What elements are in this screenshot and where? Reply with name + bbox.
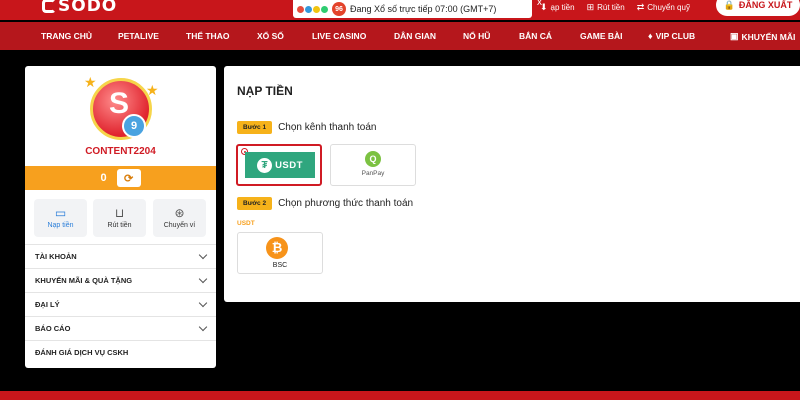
step-2: Bước 2 Chọn phương thức thanh toán [237, 197, 413, 210]
nav-label: PETALIVE [118, 31, 159, 41]
channel-usdt-card[interactable]: ₮ USDT [236, 144, 322, 186]
chevron-down-icon [198, 250, 208, 260]
nav-label: GAME BÀI [580, 31, 623, 41]
cart-icon: ⊔ [114, 206, 125, 220]
menu-item-rate-support[interactable]: ĐÁNH GIÁ DỊCH VỤ CSKH [25, 340, 216, 364]
step-badge: Bước 2 [237, 197, 273, 210]
method-bsc-card[interactable]: ₿ BSC [237, 232, 323, 274]
avatar: ★ ★ S 9 [82, 74, 160, 144]
wallet-transfer-icon: ⊛ [174, 206, 185, 220]
nav-item-vip-club[interactable]: ♦ VIP CLUB [648, 31, 695, 41]
menu-label: ĐẠI LÝ [35, 300, 60, 309]
top-transfer-label: Chuyển quỹ [647, 2, 690, 12]
step-badge: Bước 1 [237, 121, 273, 134]
step-1: Bước 1 Chọn kênh thanh toán [237, 121, 376, 134]
nav-label: THỂ THAO [186, 31, 230, 41]
star-icon: ★ [84, 74, 97, 90]
method-section-label: USDT [237, 220, 255, 227]
nav-item-slots[interactable]: NỔ HŨ [463, 31, 490, 41]
nav-label: NỔ HŨ [463, 31, 491, 41]
menu-item-promotions[interactable]: KHUYẾN MÃI & QUÀ TẶNG [25, 268, 216, 292]
balance-bar: 0 ⟳ [25, 166, 216, 190]
diamond-icon: ♦ [648, 31, 653, 41]
channel-label: PanPay [361, 170, 385, 177]
menu-item-account[interactable]: TÀI KHOẢN [25, 244, 216, 268]
top-bar: SODO 96 Đang Xổ số trực tiếp 07:00 (GMT+… [0, 0, 800, 20]
panpay-logo-icon: Q [365, 151, 381, 167]
logo-text: SODO [58, 0, 118, 16]
nav-item-lottery[interactable]: XỔ SỐ [257, 31, 284, 41]
channel-panpay-card[interactable]: Q PanPay [330, 144, 416, 186]
nav-label: VIP CLUB [655, 31, 696, 41]
step-text: Chọn phương thức thanh toán [278, 198, 414, 209]
quick-withdraw-button[interactable]: ⊔ Rút tiền [93, 199, 146, 237]
top-deposit-label: ạp tiền [550, 2, 575, 12]
top-deposit-link[interactable]: ⬇ ạp tiền [540, 2, 575, 13]
nav-item-folk[interactable]: DÂN GIAN [394, 31, 436, 41]
nav-item-home[interactable]: TRANG CHỦ [41, 31, 92, 41]
menu-item-agency[interactable]: ĐẠI LÝ [25, 292, 216, 316]
menu-label: ĐÁNH GIÁ DỊCH VỤ CSKH [35, 348, 129, 357]
method-label: BSC [272, 262, 288, 269]
nav-item-petalive[interactable]: PETALIVE [118, 31, 159, 41]
chevron-down-icon [198, 274, 208, 284]
lottery-badge: 96 [332, 2, 346, 16]
nav-item-fishing[interactable]: BẮN CÁ [519, 31, 552, 41]
deposit-panel: NẠP TIỀN Bước 1 Chọn kênh thanh toán ₮ U… [224, 66, 800, 302]
channel-label: USDT [275, 159, 303, 171]
usdt-logo: ₮ USDT [245, 152, 315, 178]
lottery-balls-icon [297, 5, 328, 13]
withdraw-icon: ⊞ [586, 1, 595, 12]
quick-transfer-button[interactable]: ⊛ Chuyển ví [153, 199, 206, 237]
deposit-icon: ⬇ [540, 1, 548, 12]
lock-icon: 🔒 [723, 0, 735, 10]
brand-logo[interactable]: SODO [42, 0, 117, 16]
nav-item-card-games[interactable]: GAME BÀI [580, 31, 623, 41]
top-actions: ⬇ ạp tiền ⊞ Rút tiền ⇄ Chuyển quỹ [540, 0, 690, 14]
chevron-down-icon [198, 322, 208, 332]
chevron-down-icon [198, 298, 208, 308]
lottery-live-banner[interactable]: 96 Đang Xổ số trực tiếp 07:00 (GMT+7) x [293, 0, 542, 18]
quick-transfer-label: Chuyển ví [163, 222, 196, 229]
top-transfer-link[interactable]: ⇄ Chuyển quỹ [637, 2, 690, 13]
nav-label: DÂN GIAN [394, 31, 437, 41]
nav-label: BẮN CÁ [519, 31, 553, 41]
gift-icon: ▣ [730, 31, 739, 41]
lottery-text: Đang Xổ số trực tiếp 07:00 (GMT+7) [350, 4, 497, 14]
quick-deposit-label: Nạp tiền [47, 222, 74, 229]
nav-label: KHUYẾN MÃI [741, 31, 796, 42]
nav-label: XỔ SỐ [257, 31, 284, 41]
logo-mark-icon [42, 0, 56, 13]
nav-label: TRANG CHỦ [41, 31, 92, 41]
transfer-icon: ⇄ [636, 1, 645, 12]
step-text: Chọn kênh thanh toán [278, 122, 377, 133]
tether-icon: ₮ [257, 157, 273, 173]
top-withdraw-label: Rút tiền [597, 2, 625, 12]
nav-item-sports[interactable]: THỂ THAO [186, 31, 229, 41]
main-nav: TRANG CHỦ PETALIVE THỂ THAO XỔ SỐ LIVE C… [0, 22, 800, 50]
avatar-ball: 9 [122, 114, 146, 138]
menu-item-reports[interactable]: BÁO CÁO [25, 316, 216, 340]
nav-item-live-casino[interactable]: LIVE CASINO [312, 31, 366, 41]
menu-label: KHUYẾN MÃI & QUÀ TẶNG [35, 276, 133, 285]
refresh-icon: ⟳ [123, 172, 134, 185]
footer-bar [0, 391, 800, 400]
bitcoin-icon: ₿ [266, 237, 288, 259]
logout-label: ĐĂNG XUẤT [738, 0, 793, 10]
refresh-button[interactable]: ⟳ [116, 169, 141, 187]
balance-value: 0 [100, 172, 107, 184]
logout-button[interactable]: 🔒 ĐĂNG XUẤT [716, 0, 800, 16]
top-withdraw-link[interactable]: ⊞ Rút tiền [587, 2, 625, 13]
nav-label: LIVE CASINO [312, 31, 367, 41]
nav-item-promotions[interactable]: ▣ KHUYẾN MÃI [730, 31, 795, 42]
menu-label: TÀI KHOẢN [35, 252, 77, 261]
menu-label: BÁO CÁO [35, 324, 71, 333]
card-icon: ▭ [54, 206, 67, 220]
account-sidebar: ★ ★ S 9 CONTENT2204 0 ⟳ ▭ Nạp tiền ⊔ Rút… [25, 66, 216, 368]
quick-deposit-button[interactable]: ▭ Nạp tiền [34, 199, 87, 237]
page-title: NẠP TIỀN [237, 84, 293, 98]
username: CONTENT2204 [85, 146, 156, 157]
quick-withdraw-label: Rút tiền [107, 222, 132, 229]
